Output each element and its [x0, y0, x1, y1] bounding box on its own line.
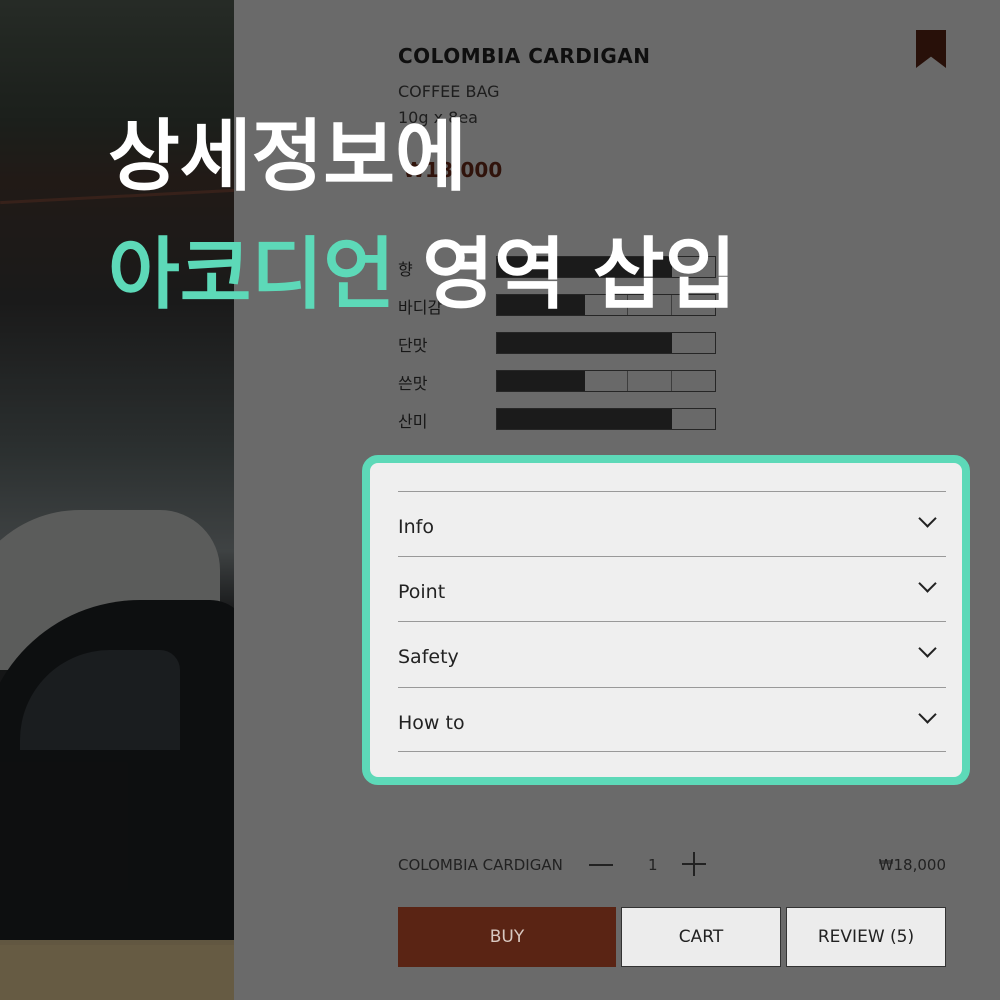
rating-segment	[672, 371, 715, 391]
rating-bar	[496, 408, 716, 430]
headline-line2: 아코디언 영역 삽입	[108, 236, 736, 314]
order-product-name: COLOMBIA CARDIGAN	[398, 856, 563, 874]
rating-segment	[584, 333, 629, 353]
chevron-down-icon[interactable]	[918, 574, 937, 593]
accordion-item[interactable]: How to	[398, 687, 946, 752]
rating-segment	[497, 409, 541, 429]
order-price: ₩18,000	[878, 856, 946, 874]
plus-icon[interactable]	[682, 852, 706, 876]
accordion-item[interactable]: Point	[398, 556, 946, 621]
headline-accent-text: 아코디언	[108, 230, 396, 320]
rating-segment	[628, 409, 673, 429]
rating-segment	[672, 409, 715, 429]
headline-line1: 상세정보에	[108, 112, 467, 202]
chevron-down-icon[interactable]	[918, 509, 937, 528]
rating-label: 단맛	[398, 336, 428, 355]
headline-rest-text: 영역 삽입	[422, 230, 737, 320]
review-button[interactable]: REVIEW (5)	[786, 907, 946, 967]
order-row: COLOMBIA CARDIGAN 1 ₩18,000	[398, 850, 946, 880]
rating-segment	[628, 371, 673, 391]
rating-label: 산미	[398, 412, 428, 431]
cart-button[interactable]: CART	[621, 907, 781, 967]
rating-segment	[672, 333, 715, 353]
chevron-down-icon[interactable]	[918, 639, 937, 658]
buy-button[interactable]: BUY	[398, 907, 616, 967]
rating-label: 쓴맛	[398, 374, 428, 393]
rating-segment	[540, 371, 585, 391]
accordion-item-label: Info	[398, 516, 434, 538]
accordion-item-label: How to	[398, 712, 465, 734]
photo-detail	[0, 945, 234, 1000]
accordion-item-label: Safety	[398, 646, 459, 668]
minus-icon[interactable]	[589, 864, 613, 866]
rating-segment	[628, 333, 673, 353]
rating-segment	[540, 333, 585, 353]
rating-segment	[584, 409, 629, 429]
accordion-item-label: Point	[398, 581, 446, 603]
rating-bar	[496, 332, 716, 354]
product-title: COLOMBIA CARDIGAN	[398, 44, 651, 68]
quantity-value: 1	[648, 856, 658, 874]
rating-segment	[584, 371, 629, 391]
accordion-item[interactable]: Info	[398, 491, 946, 556]
rating-segment	[497, 371, 541, 391]
accordion-item[interactable]: Safety	[398, 621, 946, 686]
rating-segment	[540, 409, 585, 429]
rating-segment	[497, 333, 541, 353]
chevron-down-icon[interactable]	[918, 705, 937, 724]
product-subtitle: COFFEE BAG	[398, 82, 500, 101]
rating-bar	[496, 370, 716, 392]
